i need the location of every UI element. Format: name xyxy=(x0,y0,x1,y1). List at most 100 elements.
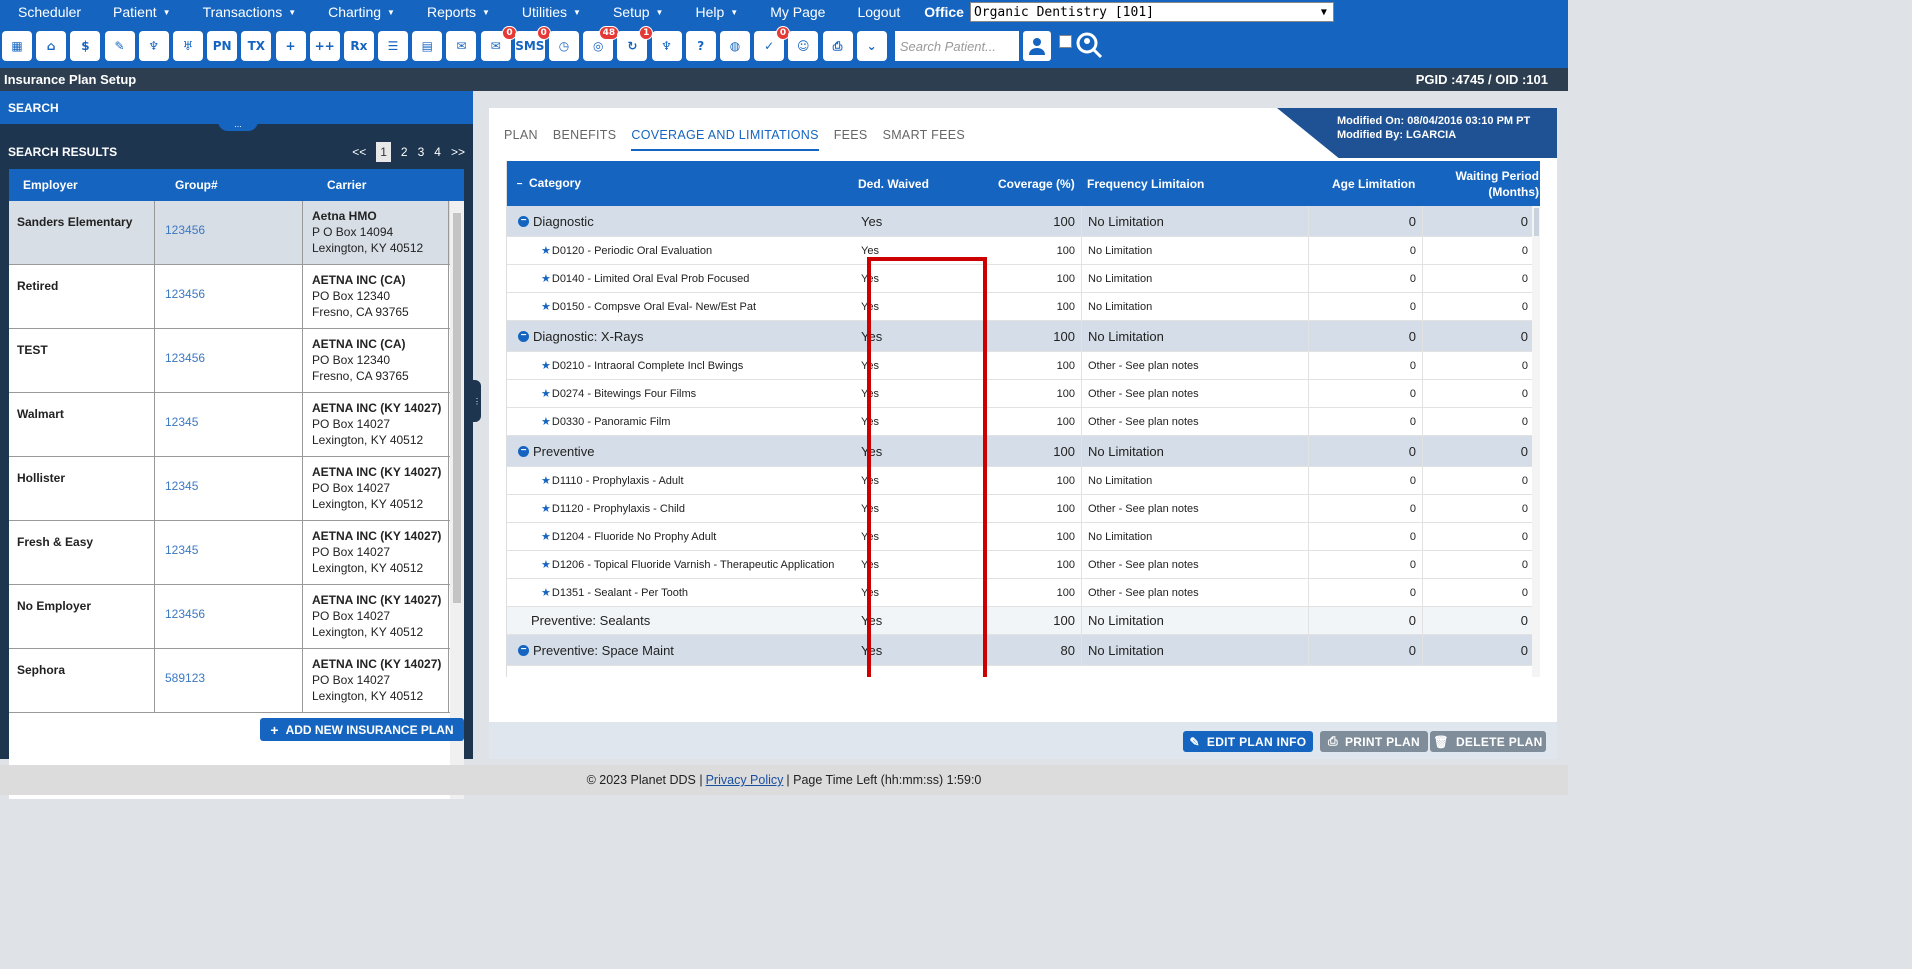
office-select[interactable]: Organic Dentistry [101] ▼ xyxy=(969,2,1334,22)
envelope-icon[interactable]: ✉ xyxy=(446,31,477,61)
group-link[interactable]: 123456 xyxy=(155,329,303,392)
group-icon[interactable]: ☺ xyxy=(788,31,819,61)
checklist-icon[interactable]: ✓ 0 xyxy=(754,26,791,61)
tooth-outline-icon[interactable]: ♆ xyxy=(651,31,682,61)
table-row[interactable]: No Employer 123456 AETNA INC (KY 14027) PO … xyxy=(9,585,464,649)
table-row[interactable]: Fresh & Easy 12345 AETNA INC (KY 14027) PO … xyxy=(9,521,464,585)
collapse-handle[interactable]: ... xyxy=(218,120,258,131)
group-link[interactable]: 589123 xyxy=(155,649,303,712)
panel-splitter[interactable]: ⋮ xyxy=(473,380,481,422)
procedure-row[interactable]: ★ D0210 - Intraoral Complete Incl Bwings Y… xyxy=(507,352,1540,380)
category-column-header[interactable]: − Category xyxy=(514,176,581,191)
page-1[interactable]: 1 xyxy=(376,142,391,162)
print-plan-button[interactable]: ⎙ PRINT PLAN xyxy=(1320,731,1428,752)
home-icon[interactable]: ⌂ xyxy=(36,31,67,61)
category-row[interactable]: − Diagnostic: X-Rays Yes 100 No Limitation 0 0 xyxy=(507,321,1540,352)
category-row[interactable]: Preventive: Sealants Yes 100 No Limitation 0… xyxy=(507,607,1540,635)
collapse-all-icon[interactable]: − xyxy=(514,180,525,191)
group-link[interactable]: 12345 xyxy=(155,393,303,456)
table-row[interactable]: Retired 123456 AETNA INC (CA) PO Box 12340 F… xyxy=(9,265,464,329)
group-link[interactable]: 123456 xyxy=(155,585,303,648)
tab-coverage-and-limitations[interactable]: COVERAGE AND LIMITATIONS xyxy=(631,128,819,151)
category-row[interactable]: − Preventive: Space Maint Yes 80 No Limitati… xyxy=(507,635,1540,666)
menu-reports[interactable]: Reports ▼ xyxy=(427,4,490,20)
tooth-icon[interactable]: ♆ xyxy=(138,31,169,61)
rx-icon[interactable]: Rx xyxy=(343,31,374,61)
delete-plan-button[interactable]: 🗑 DELETE PLAN xyxy=(1430,731,1546,752)
page-last[interactable]: >> xyxy=(451,145,465,159)
group-column-header[interactable]: Group# xyxy=(155,178,303,192)
edit-plan-info-button[interactable]: ✎ EDIT PLAN INFO xyxy=(1183,731,1313,752)
procedure-row[interactable]: ★ D1206 - Topical Fluoride Varnish - Ther… xyxy=(507,551,1540,579)
procedure-row[interactable]: ★ D1120 - Prophylaxis - Child Yes 100 Other … xyxy=(507,495,1540,523)
table-row[interactable]: Walmart 12345 AETNA INC (KY 14027) PO Box 1… xyxy=(9,393,464,457)
menu-transactions[interactable]: Transactions ▼ xyxy=(203,4,297,20)
tooth-question-icon[interactable]: ? xyxy=(685,31,716,61)
calendar-icon[interactable]: ▦ xyxy=(2,31,32,61)
collapse-icon[interactable]: − xyxy=(518,445,529,457)
category-row[interactable]: − Diagnostic Yes 100 No Limitation 0 0 xyxy=(507,206,1540,237)
carrier-column-header[interactable]: Carrier xyxy=(303,178,449,192)
table-row[interactable]: TEST 123456 AETNA INC (CA) PO Box 12340 Fres… xyxy=(9,329,464,393)
add-person-icon[interactable]: + xyxy=(275,31,306,61)
ded-waived-column-header[interactable]: Ded. Waived xyxy=(858,177,929,191)
add-new-insurance-plan-button[interactable]: + ADD NEW INSURANCE PLAN xyxy=(260,718,464,741)
notes-icon[interactable]: ☰ xyxy=(378,31,409,61)
tab-smart-fees[interactable]: SMART FEES xyxy=(883,128,965,151)
procedure-row[interactable]: ★ D0330 - Panoramic Film Yes 100 Other - See… xyxy=(507,408,1540,436)
results-scrollbar[interactable] xyxy=(450,201,464,799)
procedure-row[interactable]: ★ D1204 - Fluoride No Prophy Adult Yes 100 N… xyxy=(507,523,1540,551)
menu-help[interactable]: Help ▼ xyxy=(695,4,738,20)
table-row[interactable]: Hollister 12345 AETNA INC (KY 14027) PO Box… xyxy=(9,457,464,521)
search-patient-button[interactable] xyxy=(1022,31,1051,61)
page-3[interactable]: 3 xyxy=(418,145,425,159)
category-row[interactable]: − Preventive Yes 100 No Limitation 0 0 xyxy=(507,436,1540,467)
printer-icon[interactable]: ⎙ xyxy=(822,31,853,61)
search-patient-input[interactable]: Search Patient... xyxy=(894,31,1019,61)
tab-fees[interactable]: FEES xyxy=(834,128,868,151)
group-link[interactable]: 123456 xyxy=(155,201,303,264)
tab-benefits[interactable]: BENEFITS xyxy=(553,128,617,151)
table-row[interactable]: Sephora 589123 AETNA INC (KY 14027) PO Box … xyxy=(9,649,464,713)
privacy-policy-link[interactable]: Privacy Policy xyxy=(706,773,784,787)
menu-patient[interactable]: Patient ▼ xyxy=(113,4,171,20)
globe-icon[interactable]: ◍ xyxy=(719,31,750,61)
clock-icon[interactable]: ◷ xyxy=(549,31,579,61)
menu-setup[interactable]: Setup ▼ xyxy=(613,4,664,20)
group-link[interactable]: 123456 xyxy=(155,265,303,328)
quick-checkbox[interactable] xyxy=(1058,34,1072,48)
tx-icon[interactable]: TX xyxy=(241,31,272,61)
menu-logout[interactable]: Logout xyxy=(857,4,900,20)
procedure-row[interactable]: ★ D0140 - Limited Oral Eval Prob Focused Y… xyxy=(507,265,1540,293)
menu-charting[interactable]: Charting ▼ xyxy=(328,4,395,20)
collapse-icon[interactable]: − xyxy=(518,644,529,656)
group-link[interactable]: 12345 xyxy=(155,457,303,520)
document-icon[interactable]: ▤ xyxy=(412,31,443,61)
tab-plan[interactable]: PLAN xyxy=(504,128,538,151)
group-search-icon[interactable] xyxy=(1074,30,1104,63)
frequency-column-header[interactable]: Frequency Limitaion xyxy=(1087,177,1204,191)
pn-icon[interactable]: PN xyxy=(207,31,238,61)
add-family-icon[interactable]: ++ xyxy=(309,31,340,61)
procedure-row[interactable]: ★ D1351 - Sealant - Per Tooth Yes 100 Other … xyxy=(507,579,1540,607)
menu-utilities[interactable]: Utilities ▼ xyxy=(522,4,581,20)
collapse-icon[interactable]: − xyxy=(518,215,529,227)
sms-icon[interactable]: SMS 0 xyxy=(514,26,551,61)
employer-column-header[interactable]: Employer xyxy=(9,178,155,192)
page-first[interactable]: << xyxy=(352,145,366,159)
chevron-down-box-icon[interactable]: ⌄ xyxy=(856,31,887,61)
procedure-row[interactable]: ★ D0274 - Bitewings Four Films Yes 100 Other… xyxy=(507,380,1540,408)
refresh-person-icon[interactable]: ↻ 1 xyxy=(617,26,654,61)
collapse-icon[interactable]: − xyxy=(518,330,529,342)
dollar-icon[interactable]: $ xyxy=(70,31,101,61)
tooth-chart-icon[interactable]: ♅ xyxy=(172,31,203,61)
procedure-row[interactable]: ★ D1110 - Prophylaxis - Adult Yes 100 No Lim… xyxy=(507,467,1540,495)
menu-scheduler[interactable]: Scheduler xyxy=(18,4,81,20)
edit-note-icon[interactable]: ✎ xyxy=(104,31,135,61)
message-icon[interactable]: ✉ 0 xyxy=(480,26,517,61)
table-row[interactable]: Sanders Elementary 123456 Aetna HMO P O Box… xyxy=(9,201,464,265)
waiting-period-column-header[interactable]: Waiting Period (Months) xyxy=(1455,168,1539,200)
menu-my-page[interactable]: My Page xyxy=(770,4,825,20)
procedure-row[interactable]: ★ D0120 - Periodic Oral Evaluation Yes 100 N… xyxy=(507,237,1540,265)
globe-people-icon[interactable]: ◎ 48 xyxy=(583,26,620,61)
